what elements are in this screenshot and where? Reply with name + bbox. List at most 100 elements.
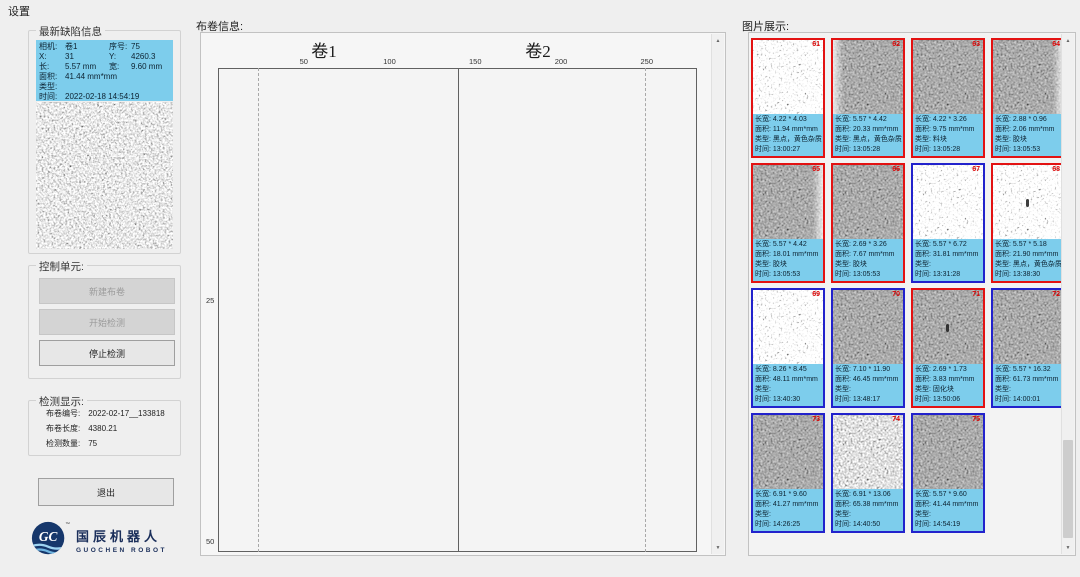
x-axis-tick: 100 <box>383 57 396 66</box>
defect-area: 面积: 3.83 mm*mm <box>915 375 981 385</box>
defect-card[interactable]: 73 长宽: 6.91 * 9.60 面积: 41.27 mm*mm 类型: 时… <box>751 413 825 533</box>
defect-card[interactable]: 63 长宽: 4.22 * 3.26 面积: 9.75 mm*mm 类型: 料块… <box>911 38 985 158</box>
length-value: 5.57 mm <box>65 62 109 72</box>
defect-type: 类型: 黑点，黄色杂质 <box>995 260 1061 270</box>
defect-type: 类型: <box>915 260 981 270</box>
defect-card[interactable]: 72 长宽: 5.57 * 16.32 面积: 61.73 mm*mm 类型: … <box>991 288 1065 408</box>
defect-info: 长宽: 2.69 * 1.73 面积: 3.83 mm*mm 类型: 固化块 时… <box>913 364 983 406</box>
defect-thumbnail: 61 <box>753 40 823 114</box>
defect-time: 时间: 14:26:25 <box>755 520 821 530</box>
image-panel-scrollbar[interactable]: ▲ ▼ <box>1061 34 1074 554</box>
defect-size: 长宽: 5.57 * 4.42 <box>835 115 901 125</box>
defect-time: 时间: 14:40:50 <box>835 520 901 530</box>
defect-info: 长宽: 5.57 * 5.18 面积: 21.90 mm*mm 类型: 黑点，黄… <box>993 239 1063 281</box>
roll-length-row: 布卷长度:4380.21 <box>46 423 117 434</box>
defect-area: 面积: 61.73 mm*mm <box>995 375 1061 385</box>
defect-type: 类型: 黑点，黄色杂质 <box>755 135 821 145</box>
defect-time: 时间: 13:00:27 <box>755 145 821 155</box>
defect-number: 71 <box>972 291 980 298</box>
defect-type: 类型: <box>755 510 821 520</box>
defect-time: 时间: 13:38:30 <box>995 270 1061 280</box>
defect-card[interactable]: 66 长宽: 2.69 * 3.26 面积: 7.67 mm*mm 类型: 胶块… <box>831 163 905 283</box>
y-axis-tick: 50 <box>206 537 214 546</box>
x-axis-tick: 250 <box>640 57 653 66</box>
roll-length-value: 4380.21 <box>88 424 117 433</box>
defect-card[interactable]: 67 长宽: 5.57 * 6.72 面积: 31.81 mm*mm 类型: 时… <box>911 163 985 283</box>
defect-number: 66 <box>892 166 900 173</box>
app-window: 设置 最新缺陷信息 相机: 卷1 序号: 75 X: 31 Y: 4260.3 … <box>0 0 1080 577</box>
roll-id-row: 布卷编号:2022-02-17__133818 <box>46 408 165 419</box>
defect-info: 长宽: 6.91 * 9.60 面积: 41.27 mm*mm 类型: 时间: … <box>753 489 823 531</box>
exit-button[interactable]: 退出 <box>38 478 174 506</box>
defect-size: 长宽: 6.91 * 13.06 <box>835 490 901 500</box>
roll-map-scrollbar[interactable]: ▲ ▼ <box>711 34 724 554</box>
scrollbar-thumb[interactable] <box>1063 440 1073 538</box>
latest-defect-image <box>36 102 173 249</box>
new-roll-button[interactable]: 新建布卷 <box>39 278 175 304</box>
defect-info: 长宽: 5.57 * 6.72 面积: 31.81 mm*mm 类型: 时间: … <box>913 239 983 281</box>
defect-card[interactable]: 71 长宽: 2.69 * 1.73 面积: 3.83 mm*mm 类型: 固化… <box>911 288 985 408</box>
defect-type: 类型: 胶块 <box>755 260 821 270</box>
defect-number: 65 <box>812 166 820 173</box>
defect-thumbnail: 66 <box>833 165 903 239</box>
defect-number: 62 <box>892 41 900 48</box>
width-value: 9.60 mm <box>131 62 173 72</box>
y-value: 4260.3 <box>131 52 173 62</box>
defect-time: 时间: 13:05:28 <box>915 145 981 155</box>
defect-number: 69 <box>812 291 820 298</box>
defect-area: 面积: 9.75 mm*mm <box>915 125 981 135</box>
defect-thumbnail: 75 <box>913 415 983 489</box>
defect-card[interactable]: 64 长宽: 2.88 * 0.96 面积: 2.06 mm*mm 类型: 胶块… <box>991 38 1065 158</box>
detect-count-value: 75 <box>88 439 97 448</box>
start-detect-button[interactable]: 开始检测 <box>39 309 175 335</box>
defect-area: 面积: 11.94 mm*mm <box>755 125 821 135</box>
defect-size: 长宽: 6.91 * 9.60 <box>755 490 821 500</box>
detect-display-title: 检测显示: <box>36 394 87 409</box>
detect-display-group: 检测显示: 布卷编号:2022-02-17__133818 布卷长度:4380.… <box>28 400 181 456</box>
y-axis-tick: 25 <box>206 296 214 305</box>
menu-settings[interactable]: 设置 <box>8 3 30 19</box>
defect-card[interactable]: 74 长宽: 6.91 * 13.06 面积: 65.38 mm*mm 类型: … <box>831 413 905 533</box>
defect-card[interactable]: 69 长宽: 8.26 * 8.45 面积: 48.11 mm*mm 类型: 时… <box>751 288 825 408</box>
defect-type: 类型: <box>915 510 981 520</box>
defect-card[interactable]: 75 长宽: 5.57 * 9.60 面积: 41.44 mm*mm 类型: 时… <box>911 413 985 533</box>
defect-card[interactable]: 70 长宽: 7.10 * 11.90 面积: 46.45 mm*mm 类型: … <box>831 288 905 408</box>
stop-detect-button[interactable]: 停止检测 <box>39 340 175 366</box>
defect-area: 面积: 20.33 mm*mm <box>835 125 901 135</box>
defect-info: 长宽: 5.57 * 4.42 面积: 20.33 mm*mm 类型: 黑点，黄… <box>833 114 903 156</box>
defect-card[interactable]: 61 长宽: 4.22 * 4.03 面积: 11.94 mm*mm 类型: 黑… <box>751 38 825 158</box>
x-axis-tick: 50 <box>300 57 308 66</box>
scroll-down-icon[interactable]: ▼ <box>1062 541 1074 554</box>
scroll-up-icon[interactable]: ▲ <box>1062 34 1074 47</box>
defect-size: 长宽: 4.22 * 3.26 <box>915 115 981 125</box>
defect-info: 长宽: 5.57 * 9.60 面积: 41.44 mm*mm 类型: 时间: … <box>913 489 983 531</box>
menu-bar: 设置 <box>0 0 1080 18</box>
defect-thumbnail: 72 <box>993 290 1063 364</box>
defect-size: 长宽: 8.26 * 8.45 <box>755 365 821 375</box>
area-value: 41.44 mm*mm <box>65 72 173 82</box>
defect-area: 面积: 48.11 mm*mm <box>755 375 821 385</box>
defect-card[interactable]: 65 长宽: 5.57 * 4.42 面积: 18.01 mm*mm 类型: 胶… <box>751 163 825 283</box>
defect-info: 长宽: 2.88 * 0.96 面积: 2.06 mm*mm 类型: 胶块 时间… <box>993 114 1063 156</box>
defect-thumbnail: 71 <box>913 290 983 364</box>
defect-time: 时间: 13:31:28 <box>915 270 981 280</box>
defect-type: 类型: 固化块 <box>915 385 981 395</box>
defect-card[interactable]: 62 长宽: 5.57 * 4.42 面积: 20.33 mm*mm 类型: 黑… <box>831 38 905 158</box>
latest-defect-group: 最新缺陷信息 相机: 卷1 序号: 75 X: 31 Y: 4260.3 长: … <box>28 30 181 254</box>
x-value: 31 <box>65 52 109 62</box>
scroll-up-icon[interactable]: ▲ <box>712 34 724 47</box>
time-value: 2022-02-18 14:54:19 <box>65 92 173 102</box>
defect-time: 时间: 13:48:17 <box>835 395 901 405</box>
defect-info: 长宽: 6.91 * 13.06 面积: 65.38 mm*mm 类型: 时间:… <box>833 489 903 531</box>
defect-area: 面积: 41.27 mm*mm <box>755 500 821 510</box>
scroll-down-icon[interactable]: ▼ <box>712 541 724 554</box>
defect-thumbnail: 67 <box>913 165 983 239</box>
control-unit-group: 控制单元: 新建布卷 开始检测 停止检测 <box>28 265 181 379</box>
roll-map: ▲ ▼ 卷1卷2501001502002502550 <box>200 32 726 556</box>
defect-type: 类型: 胶块 <box>835 260 901 270</box>
image-display-panel: 61 长宽: 4.22 * 4.03 面积: 11.94 mm*mm 类型: 黑… <box>748 32 1076 556</box>
defect-time: 时间: 14:00:01 <box>995 395 1061 405</box>
defect-thumbnail: 65 <box>753 165 823 239</box>
x-label: X: <box>39 52 65 62</box>
defect-card[interactable]: 68 长宽: 5.57 * 5.18 面积: 21.90 mm*mm 类型: 黑… <box>991 163 1065 283</box>
